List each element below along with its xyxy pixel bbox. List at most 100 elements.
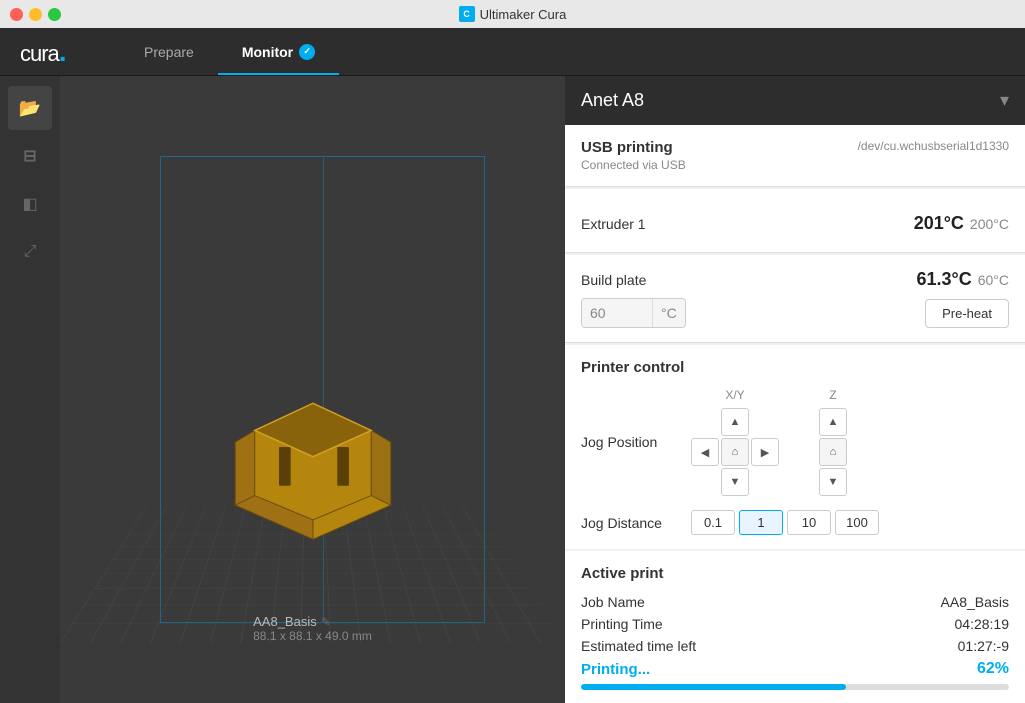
extruder-label: Extruder 1 — [581, 216, 646, 232]
usb-path: /dev/cu.wchusbserial1d1330 — [858, 139, 1009, 153]
build-plate-controls: °C Pre-heat — [581, 298, 1009, 328]
jog-y-plus-button[interactable]: ▲ — [721, 408, 749, 436]
app-icon: C — [459, 6, 475, 22]
content-area: 📂 ⊟ ◧ ⤢ — [0, 76, 1025, 703]
window-controls — [10, 8, 61, 21]
maximize-button[interactable] — [48, 8, 61, 21]
temp-input-group: °C — [581, 298, 686, 328]
jog-distance-label: Jog Distance — [581, 515, 691, 531]
progress-bar-fill — [581, 684, 846, 690]
jog-dist-100-button[interactable]: 100 — [835, 510, 879, 535]
jog-empty-2 — [751, 408, 779, 436]
logo: cura. — [0, 28, 120, 75]
model-dimensions: 88.1 x 88.1 x 49.0 mm — [253, 629, 372, 643]
extruder-target-temp: 200°C — [970, 216, 1009, 232]
print-percent: 62% — [977, 660, 1009, 678]
check-icon: ✓ — [299, 44, 315, 60]
jog-home-xy-button[interactable]: ⌂ — [721, 438, 749, 466]
job-name-value: AA8_Basis — [941, 594, 1009, 610]
print-progress-row: Printing... 62% — [581, 660, 1009, 678]
jog-position-row: Jog Position X/Y ▲ ◀ — [581, 388, 1009, 496]
build-plate-header: Build plate 61.3°C 60°C — [581, 269, 1009, 290]
folder-icon: 📂 — [19, 98, 41, 119]
app-title-text: Ultimaker Cura — [480, 7, 567, 22]
jog-distance-buttons: 0.1 1 10 100 — [691, 510, 879, 535]
app-container: cura. Prepare Monitor ✓ 📂 ⊟ ◧ — [0, 28, 1025, 703]
jog-empty-4 — [751, 468, 779, 496]
extruder-temp-row: Extruder 1 201°C 200°C — [581, 203, 1009, 238]
jog-z-plus-button[interactable]: ▲ — [819, 408, 847, 436]
printer-chevron-icon[interactable]: ▾ — [1000, 90, 1009, 111]
jog-dist-10-button[interactable]: 10 — [787, 510, 831, 535]
job-name-row: Job Name AA8_Basis — [581, 594, 1009, 610]
extruder-temps: 201°C 200°C — [914, 213, 1009, 234]
logo-word: cura — [20, 41, 59, 66]
usb-subtitle: Connected via USB — [581, 158, 1009, 172]
sidebar-item-scale[interactable]: ⤢ — [8, 230, 52, 274]
sidebar-item-layers[interactable]: ⊟ — [8, 134, 52, 178]
sidebar-item-folder[interactable]: 📂 — [8, 86, 52, 130]
printing-time-value: 04:28:19 — [955, 616, 1010, 632]
right-panel: Anet A8 ▾ USB printing /dev/cu.wchusbser… — [565, 76, 1025, 703]
printing-status: Printing... — [581, 661, 650, 678]
active-print-section: Active print Job Name AA8_Basis Printing… — [565, 551, 1025, 703]
close-button[interactable] — [10, 8, 23, 21]
jog-dist-01-button[interactable]: 0.1 — [691, 510, 735, 535]
tab-prepare[interactable]: Prepare — [120, 28, 218, 75]
app-title: C Ultimaker Cura — [459, 6, 567, 22]
minimize-button[interactable] — [29, 8, 42, 21]
jog-z-group: Z ▲ ⌂ ▼ — [819, 388, 847, 496]
scale-icon: ⤢ — [24, 243, 37, 261]
nav-tabs: Prepare Monitor ✓ — [120, 28, 1025, 75]
jog-xy-group: X/Y ▲ ◀ ⌂ ▶ — [691, 388, 779, 496]
jog-z-minus-button[interactable]: ▼ — [819, 468, 847, 496]
logo-dot: . — [59, 36, 66, 67]
usb-title: USB printing — [581, 139, 673, 156]
sidebar-item-support[interactable]: ◧ — [8, 182, 52, 226]
top-nav: cura. Prepare Monitor ✓ — [0, 28, 1025, 76]
jog-position-label: Jog Position — [581, 434, 691, 450]
build-plate-current-temp: 61.3°C — [916, 269, 971, 290]
estimated-time-row: Estimated time left 01:27:-9 — [581, 638, 1009, 654]
jog-empty-1 — [691, 408, 719, 436]
model-3d — [186, 345, 439, 578]
edit-icon[interactable]: ✎ — [321, 615, 331, 629]
model-label: AA8_Basis ✎ 88.1 x 88.1 x 49.0 mm — [253, 614, 372, 643]
jog-x-minus-button[interactable]: ◀ — [691, 438, 719, 466]
printer-name: Anet A8 — [581, 90, 644, 111]
printing-time-row: Printing Time 04:28:19 — [581, 616, 1009, 632]
extruder-current-temp: 201°C — [914, 213, 964, 234]
build-plate-temp-input[interactable] — [582, 299, 652, 327]
build-plate-temps: 61.3°C 60°C — [916, 269, 1009, 290]
preheat-button[interactable]: Pre-heat — [925, 299, 1009, 328]
temp-unit: °C — [652, 299, 685, 327]
model-container: AA8_Basis ✎ 88.1 x 88.1 x 49.0 mm — [186, 345, 439, 583]
build-plate-label: Build plate — [581, 272, 646, 288]
jog-empty-3 — [691, 468, 719, 496]
jog-dist-1-button[interactable]: 1 — [739, 510, 783, 535]
estimated-time-label: Estimated time left — [581, 638, 696, 654]
jog-y-minus-button[interactable]: ▼ — [721, 468, 749, 496]
logo-text: cura. — [20, 36, 66, 68]
active-print-title: Active print — [581, 565, 1009, 582]
jog-xy-grid: ▲ ◀ ⌂ ▶ ▼ — [691, 408, 779, 496]
progress-bar-container — [581, 684, 1009, 690]
extruder-section: Extruder 1 201°C 200°C — [565, 189, 1025, 253]
estimated-time-value: 01:27:-9 — [958, 638, 1009, 654]
titlebar: C Ultimaker Cura — [0, 0, 1025, 28]
tab-monitor[interactable]: Monitor ✓ — [218, 28, 339, 75]
tab-prepare-label: Prepare — [144, 44, 194, 60]
jog-controls: X/Y ▲ ◀ ⌂ ▶ — [691, 388, 847, 496]
printer-header: Anet A8 ▾ — [565, 76, 1025, 125]
job-name-label: Job Name — [581, 594, 645, 610]
layers-icon: ⊟ — [23, 146, 36, 166]
support-icon: ◧ — [22, 194, 37, 214]
usb-header: USB printing /dev/cu.wchusbserial1d1330 — [581, 139, 1009, 156]
build-plate-target-temp: 60°C — [978, 272, 1009, 288]
printer-control-title: Printer control — [581, 359, 1009, 376]
viewport[interactable]: AA8_Basis ✎ 88.1 x 88.1 x 49.0 mm — [60, 76, 565, 703]
jog-x-plus-button[interactable]: ▶ — [751, 438, 779, 466]
printer-control-section: Printer control Jog Position X/Y ▲ — [565, 345, 1025, 549]
jog-home-z-button[interactable]: ⌂ — [819, 438, 847, 466]
jog-xy-label: X/Y — [725, 388, 744, 402]
